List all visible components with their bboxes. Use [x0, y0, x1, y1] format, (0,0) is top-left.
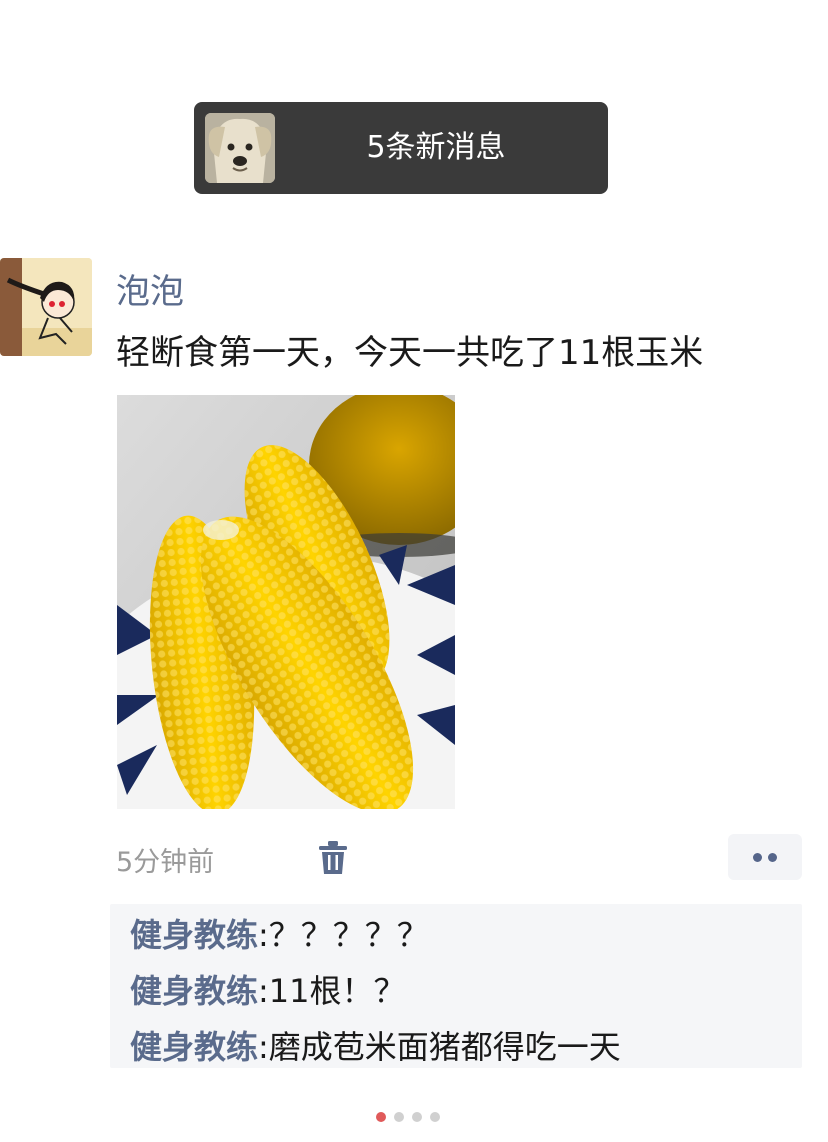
- new-messages-banner[interactable]: 5条新消息: [194, 102, 608, 194]
- user-avatar[interactable]: [0, 258, 92, 356]
- trash-icon[interactable]: [318, 840, 348, 876]
- more-dots-icon[interactable]: [728, 834, 802, 880]
- post-time: 5分钟前: [116, 847, 215, 878]
- page-dot-3[interactable]: [412, 1112, 422, 1122]
- comment-separator: :: [258, 916, 269, 954]
- comment-text: ？？？？？: [268, 916, 429, 954]
- post-author-name[interactable]: 泡泡: [116, 264, 184, 313]
- more-dot: [768, 853, 777, 862]
- comment-separator: :: [258, 972, 269, 1010]
- comment-separator: :: [258, 1028, 269, 1066]
- comment-author[interactable]: 健身教练: [130, 1028, 258, 1066]
- page-indicator: [376, 1112, 456, 1124]
- comment-author[interactable]: 健身教练: [130, 916, 258, 954]
- comment-text: 磨成苞米面猪都得吃一天: [268, 1028, 621, 1066]
- corn-photo[interactable]: [117, 395, 455, 809]
- comment-item[interactable]: 健身教练:11根！？: [130, 966, 406, 1012]
- page-dot-4[interactable]: [430, 1112, 440, 1122]
- more-dot: [753, 853, 762, 862]
- comment-author[interactable]: 健身教练: [130, 972, 258, 1010]
- dog-avatar-icon: [205, 113, 275, 183]
- comment-item[interactable]: 健身教练:？？？？？: [130, 910, 429, 956]
- page-dot-2[interactable]: [394, 1112, 404, 1122]
- post-text: 轻断食第一天，今天一共吃了11根玉米: [116, 333, 704, 373]
- page-dot-1[interactable]: [376, 1112, 386, 1122]
- new-messages-label: 5条新消息: [366, 130, 506, 165]
- comment-list: 健身教练:？？？？？ 健身教练:11根！？ 健身教练:磨成苞米面猪都得吃一天: [110, 904, 802, 1068]
- comment-text: 11根！？: [268, 972, 406, 1010]
- comment-item[interactable]: 健身教练:磨成苞米面猪都得吃一天: [130, 1022, 621, 1068]
